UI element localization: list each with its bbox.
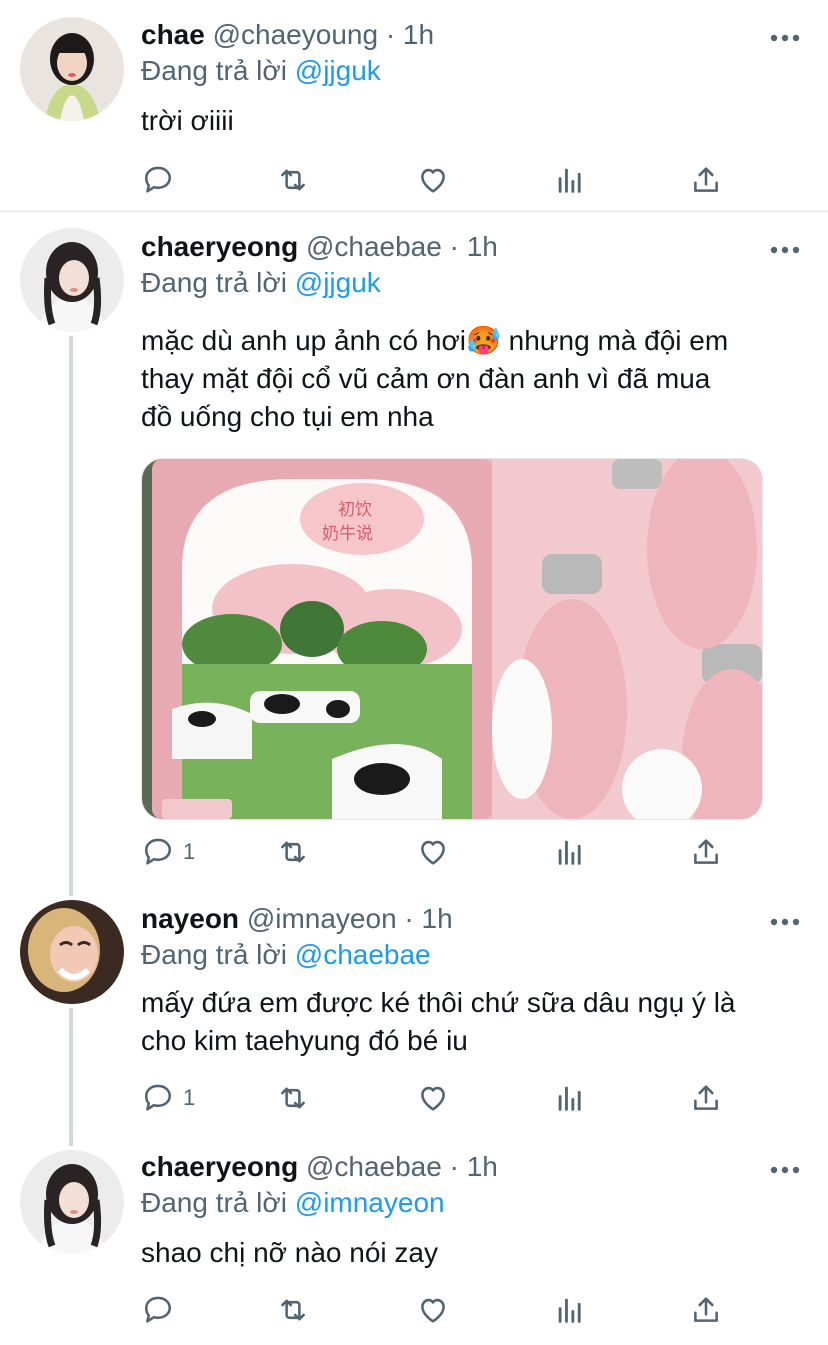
like-icon: [416, 163, 450, 197]
replying-label: Đang trả lời: [141, 939, 295, 970]
reply-icon: [141, 1081, 175, 1115]
replying-label: Đang trả lời: [141, 1187, 295, 1218]
replying-label: Đang trả lời: [141, 267, 295, 298]
replying-mention[interactable]: @jjguk: [295, 55, 381, 86]
action-bar: 1: [141, 832, 741, 872]
like-button[interactable]: [416, 160, 450, 200]
reply-icon: [141, 835, 175, 869]
retweet-button[interactable]: [276, 1290, 310, 1330]
reply-count: 1: [183, 1085, 196, 1110]
analytics-icon: [553, 835, 587, 869]
reply-count: 1: [183, 839, 196, 864]
display-name[interactable]: chaeryeong: [141, 231, 298, 262]
handle-time[interactable]: @chaeyoung · 1h: [213, 19, 434, 50]
tweet-text: trời ơiiii: [141, 105, 234, 136]
tweet-text-line: thay mặt đội cổ vũ cảm ơn đàn anh vì đã …: [141, 363, 711, 394]
avatar[interactable]: [20, 900, 124, 1004]
share-button[interactable]: [689, 160, 723, 200]
handle-time[interactable]: @chaebae · 1h: [306, 1151, 498, 1182]
retweet-icon: [276, 1081, 310, 1115]
reply-icon: [141, 163, 175, 197]
label-text: 初饮: [338, 500, 372, 520]
more-icon[interactable]: [770, 242, 800, 254]
reply-button[interactable]: [141, 1290, 183, 1330]
avatar-image: [20, 1150, 124, 1254]
display-name[interactable]: nayeon: [141, 903, 239, 934]
analytics-button[interactable]: [553, 832, 587, 872]
action-bar: [141, 160, 741, 200]
replying-mention[interactable]: @imnayeon: [295, 1187, 445, 1218]
share-icon: [689, 1293, 723, 1327]
share-icon: [689, 1081, 723, 1115]
action-bar: [141, 1290, 741, 1330]
tweet-photo[interactable]: 初饮 奶牛说: [141, 458, 763, 820]
retweet-button[interactable]: [276, 160, 310, 200]
retweet-button[interactable]: [276, 1078, 310, 1118]
more-icon[interactable]: [770, 1162, 800, 1174]
action-bar: 1: [141, 1078, 741, 1118]
tweet-3[interactable]: nayeon @imnayeon · 1h Đang trả lời @chae…: [0, 884, 828, 1138]
avatar[interactable]: [20, 1150, 124, 1254]
like-icon: [416, 1293, 450, 1327]
share-button[interactable]: [689, 1078, 723, 1118]
display-name[interactable]: chae: [141, 19, 205, 50]
share-button[interactable]: [689, 1290, 723, 1330]
share-icon: [689, 835, 723, 869]
tweet-text-line: đồ uống cho tụi em nha: [141, 401, 434, 432]
handle-time[interactable]: @chaebae · 1h: [306, 231, 498, 262]
retweet-button[interactable]: [276, 832, 310, 872]
replying-mention[interactable]: @jjguk: [295, 267, 381, 298]
retweet-icon: [276, 1293, 310, 1327]
analytics-button[interactable]: [553, 1290, 587, 1330]
avatar[interactable]: [20, 228, 124, 332]
analytics-icon: [553, 163, 587, 197]
replying-mention[interactable]: @chaebae: [295, 939, 431, 970]
tweet-text-line: mặc dù anh up ảnh có hơi🥵 nhưng mà đội e…: [141, 325, 729, 356]
label-text: 奶牛说: [322, 524, 373, 544]
analytics-button[interactable]: [553, 160, 587, 200]
avatar[interactable]: [20, 17, 124, 121]
share-button[interactable]: [689, 832, 723, 872]
tweet-4[interactable]: chaeryeong @chaebae · 1h Đang trả lời @i…: [0, 1138, 828, 1345]
avatar-image: [20, 228, 124, 332]
replying-label: Đang trả lời: [141, 55, 295, 86]
like-icon: [416, 1081, 450, 1115]
like-button[interactable]: [416, 832, 450, 872]
analytics-icon: [553, 1293, 587, 1327]
tweet-text-line: mấy đứa em được ké thôi chứ sữa dâu ngụ …: [141, 987, 736, 1018]
reply-button[interactable]: 1: [141, 1078, 195, 1118]
retweet-icon: [276, 163, 310, 197]
tweet-text-line: cho kim taehyung đó bé iu: [141, 1025, 468, 1056]
like-button[interactable]: [416, 1078, 450, 1118]
reply-icon: [141, 1293, 175, 1327]
tweet-text: shao chị nỡ nào nói zay: [141, 1237, 438, 1268]
more-icon[interactable]: [770, 30, 800, 42]
tweet-text: mấy đứa em được ké thôi chứ sữa dâu ngụ …: [141, 984, 791, 1060]
share-icon: [689, 163, 723, 197]
analytics-button[interactable]: [553, 1078, 587, 1118]
handle-time[interactable]: @imnayeon · 1h: [247, 903, 453, 934]
reply-button[interactable]: 1: [141, 832, 195, 872]
tweet-text: mặc dù anh up ảnh có hơi🥵 nhưng mà đội e…: [141, 322, 791, 436]
analytics-icon: [553, 1081, 587, 1115]
retweet-icon: [276, 835, 310, 869]
photo-strawberry-milk: 初饮 奶牛说: [142, 459, 762, 819]
reply-button[interactable]: [141, 160, 183, 200]
avatar-image: [20, 17, 124, 121]
like-button[interactable]: [416, 1290, 450, 1330]
like-icon: [416, 835, 450, 869]
tweet-1[interactable]: chae @chaeyoung · 1h Đang trả lời @jjguk…: [0, 0, 828, 212]
more-icon[interactable]: [770, 914, 800, 926]
display-name[interactable]: chaeryeong: [141, 1151, 298, 1182]
avatar-image: [20, 900, 124, 1004]
